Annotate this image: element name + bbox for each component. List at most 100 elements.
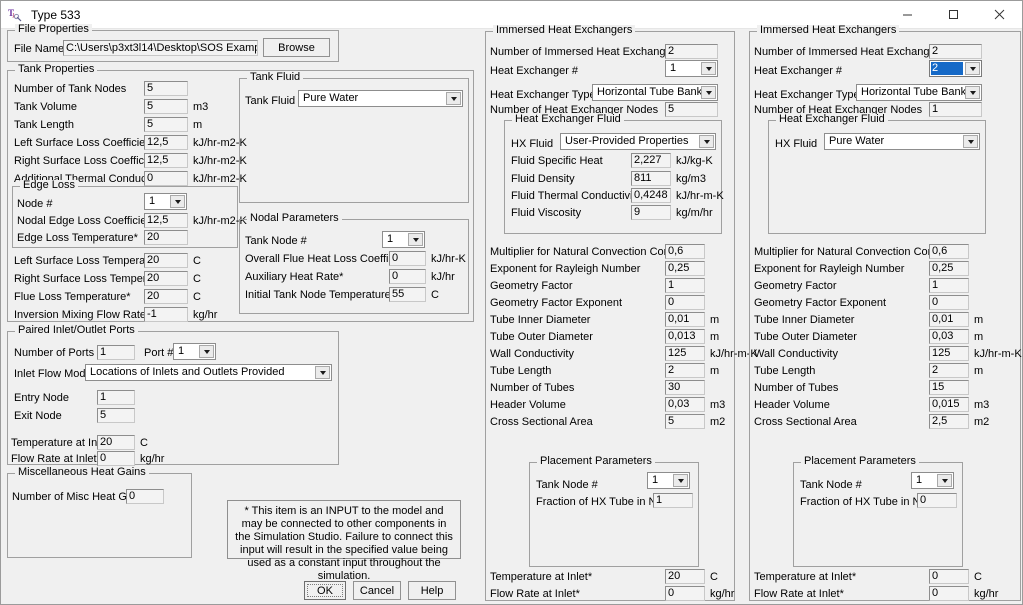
hx1-fluid-select[interactable]: User-Provided Properties	[560, 133, 716, 150]
hx1-param-input-2[interactable]: 1	[665, 278, 705, 293]
nodal-row-input-1[interactable]: 0	[389, 269, 426, 284]
exit-node-input[interactable]: 5	[97, 408, 135, 423]
tank-row-input-1[interactable]: 5	[144, 99, 188, 114]
ok-button[interactable]: OK	[304, 581, 346, 600]
hx1-param-input-6[interactable]: 125	[665, 346, 705, 361]
hx1-param-input-3[interactable]: 0	[665, 295, 705, 310]
port-temp-inlet-input[interactable]: 20	[97, 435, 135, 450]
maximize-icon[interactable]	[930, 1, 976, 29]
hx1-placement-node-label: Tank Node #	[536, 479, 598, 491]
hx2-flow-inlet-input[interactable]: 0	[929, 586, 969, 601]
hx1-type-select[interactable]: Horizontal Tube Bank	[592, 84, 718, 101]
chevron-down-icon[interactable]	[446, 92, 461, 105]
hx1-param-input-7[interactable]: 2	[665, 363, 705, 378]
hx1-param-input-9[interactable]: 0,03	[665, 397, 705, 412]
hx1-fluidrow-input-0[interactable]: 2,227	[631, 153, 671, 168]
browse-button[interactable]: Browse	[263, 38, 330, 57]
chevron-down-icon[interactable]	[963, 135, 978, 148]
hx2-temp-inlet-input[interactable]: 0	[929, 569, 969, 584]
tank-row-input-2[interactable]: 5	[144, 117, 188, 132]
port-number-value: 1	[178, 345, 185, 357]
hx2-param-label-8: Number of Tubes	[754, 382, 839, 394]
hx2-param-input-7[interactable]: 2	[929, 363, 969, 378]
hx1-fluidrow-input-2[interactable]: 0,4248	[631, 188, 671, 203]
tank-row-input-4[interactable]: 12,5	[144, 153, 188, 168]
hx1-temp-inlet-input[interactable]: 20	[665, 569, 705, 584]
misc-heat-gains-input[interactable]: 0	[126, 489, 164, 504]
tank-row-input-3[interactable]: 12,5	[144, 135, 188, 150]
tank-temp-input-2[interactable]: 20	[144, 289, 188, 304]
hx1-number-select[interactable]: 1	[665, 60, 718, 77]
hx2-number-select[interactable]: 2	[929, 60, 982, 77]
tank-temp-input-3[interactable]: -1	[144, 307, 188, 322]
number-of-ports-input[interactable]: 1	[97, 345, 135, 360]
hx2-param-input-10[interactable]: 2,5	[929, 414, 969, 429]
hx2-param-input-2[interactable]: 1	[929, 278, 969, 293]
hx1-nodes-input[interactable]: 5	[665, 102, 718, 117]
hx2-fluid-select[interactable]: Pure Water	[824, 133, 980, 150]
chevron-down-icon[interactable]	[408, 233, 423, 246]
edge-loss-row-input-1[interactable]: 20	[144, 230, 188, 245]
hx2-param-input-9[interactable]: 0,015	[929, 397, 969, 412]
hx2-count-input[interactable]: 2	[929, 44, 982, 59]
hx1-fluidrow-input-3[interactable]: 9	[631, 205, 671, 220]
tank-temp-input-1[interactable]: 20	[144, 271, 188, 286]
hx2-placement-node-label: Tank Node #	[800, 479, 862, 491]
chevron-down-icon[interactable]	[965, 62, 980, 75]
hx1-param-label-3: Geometry Factor Exponent	[490, 297, 623, 309]
hx2-param-input-1[interactable]: 0,25	[929, 261, 969, 276]
tank-fluid-select[interactable]: Pure Water	[298, 90, 463, 107]
hx2-param-input-3[interactable]: 0	[929, 295, 969, 310]
hx2-param-input-0[interactable]: 0,6	[929, 244, 969, 259]
hx2-param-input-6[interactable]: 125	[929, 346, 969, 361]
hx2-type-select[interactable]: Horizontal Tube Bank	[856, 84, 982, 101]
edge-loss-node-select[interactable]: 1	[144, 193, 187, 210]
hx1-fraction-input[interactable]: 1	[653, 493, 693, 508]
hx2-param-input-8[interactable]: 15	[929, 380, 969, 395]
hx2-placement-node-select[interactable]: 1	[911, 472, 954, 489]
chevron-down-icon[interactable]	[199, 345, 214, 358]
chevron-down-icon[interactable]	[701, 62, 716, 75]
chevron-down-icon[interactable]	[937, 474, 952, 487]
hx1-fluidrow-label-1: Fluid Density	[511, 173, 575, 185]
hx1-param-input-4[interactable]: 0,01	[665, 312, 705, 327]
chevron-down-icon[interactable]	[170, 195, 185, 208]
hx1-param-input-8[interactable]: 30	[665, 380, 705, 395]
nodal-row-input-0[interactable]: 0	[389, 251, 426, 266]
entry-node-input[interactable]: 1	[97, 390, 135, 405]
hx1-fluid-label: HX Fluid	[511, 138, 554, 150]
hx1-param-label-2: Geometry Factor	[490, 280, 573, 292]
port-flow-inlet-input[interactable]: 0	[97, 451, 135, 466]
input-note: * This item is an INPUT to the model and…	[227, 500, 461, 582]
hx1-param-input-1[interactable]: 0,25	[665, 261, 705, 276]
port-number-select[interactable]: 1	[173, 343, 216, 360]
hx1-param-input-5[interactable]: 0,013	[665, 329, 705, 344]
tank-row-unit-1: m3	[193, 101, 209, 113]
tank-temp-input-0[interactable]: 20	[144, 253, 188, 268]
chevron-down-icon[interactable]	[673, 474, 688, 487]
hx1-param-input-10[interactable]: 5	[665, 414, 705, 429]
cancel-button[interactable]: Cancel	[353, 581, 401, 600]
edge-loss-row-input-0[interactable]: 12,5	[144, 213, 188, 228]
hx1-param-input-0[interactable]: 0,6	[665, 244, 705, 259]
chevron-down-icon[interactable]	[699, 135, 714, 148]
tank-row-input-5[interactable]: 0	[144, 171, 188, 186]
hx1-flow-inlet-input[interactable]: 0	[665, 586, 705, 601]
file-name-input[interactable]: C:\Users\p3xt3l14\Desktop\SOS Example_53…	[63, 40, 258, 56]
chevron-down-icon[interactable]	[315, 366, 330, 379]
tank-row-input-0[interactable]: 5	[144, 81, 188, 96]
hx1-fluidrow-input-1[interactable]: 811	[631, 171, 671, 186]
chevron-down-icon[interactable]	[701, 86, 716, 99]
nodal-row-input-2[interactable]: 55	[389, 287, 426, 302]
hx1-placement-node-select[interactable]: 1	[647, 472, 690, 489]
chevron-down-icon[interactable]	[965, 86, 980, 99]
hx2-nodes-input[interactable]: 1	[929, 102, 982, 117]
close-icon[interactable]	[976, 1, 1022, 29]
hx2-fraction-input[interactable]: 0	[917, 493, 957, 508]
nodal-node-select[interactable]: 1	[382, 231, 425, 248]
hx2-param-input-5[interactable]: 0,03	[929, 329, 969, 344]
inlet-flow-mode-select[interactable]: Locations of Inlets and Outlets Provided	[85, 364, 332, 381]
hx2-param-input-4[interactable]: 0,01	[929, 312, 969, 327]
help-button[interactable]: Help	[408, 581, 456, 600]
hx1-count-input[interactable]: 2	[665, 44, 718, 59]
